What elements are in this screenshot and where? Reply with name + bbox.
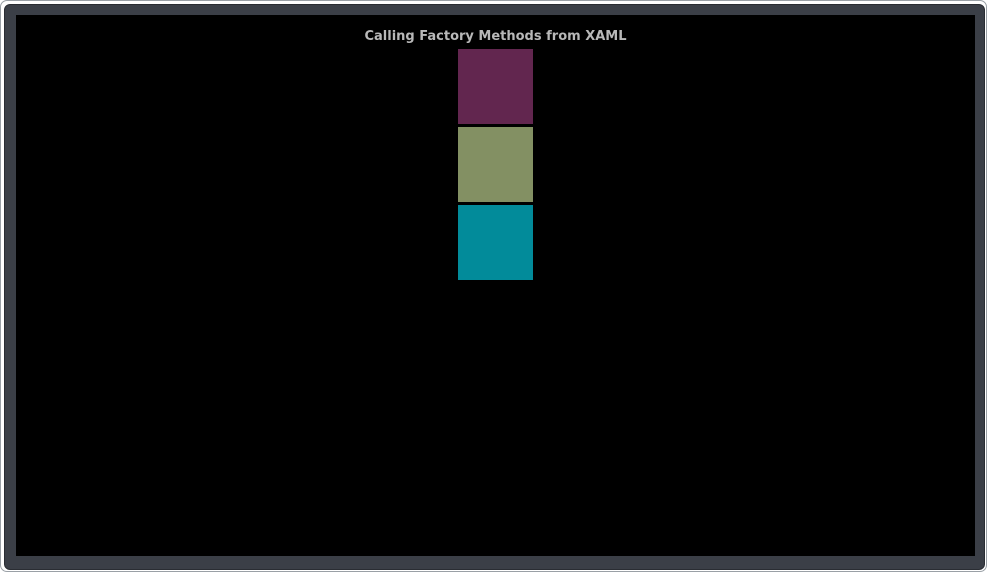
color-box-olive-green bbox=[458, 127, 533, 202]
page-title: Calling Factory Methods from XAML bbox=[364, 29, 627, 44]
window-bezel: Calling Factory Methods from XAML bbox=[4, 4, 985, 570]
app-content-area: Calling Factory Methods from XAML bbox=[16, 15, 975, 556]
color-box-purple bbox=[458, 49, 533, 124]
box-view-stack bbox=[458, 49, 533, 283]
device-frame: Calling Factory Methods from XAML bbox=[0, 0, 987, 572]
color-box-teal bbox=[458, 205, 533, 280]
